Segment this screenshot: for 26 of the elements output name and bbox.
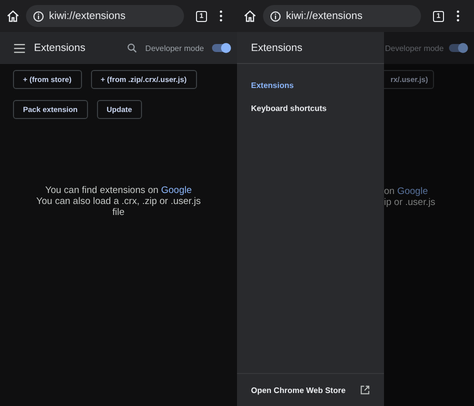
info-icon (270, 10, 281, 22)
google-link[interactable]: Google (161, 185, 192, 196)
drawer-item[interactable]: Keyboard shortcuts (237, 97, 384, 120)
url-text: kiwi://extensions (286, 10, 362, 22)
url-text: kiwi://extensions (49, 10, 126, 22)
developer-mode-label: Developer mode (145, 44, 204, 52)
menu-icon[interactable] (456, 10, 460, 22)
home-icon[interactable] (243, 9, 257, 23)
message-text: You can also load a .crx, .zip or .user.js file (35, 196, 202, 218)
developer-mode-toggle[interactable] (212, 44, 230, 52)
drawer-item[interactable]: Extensions (237, 74, 384, 97)
web-store-link[interactable]: Open Chrome Web Store (251, 386, 346, 394)
search-icon[interactable] (127, 43, 138, 53)
page-title: Extensions (34, 42, 86, 54)
google-link[interactable]: Google (397, 186, 428, 197)
external-link-icon[interactable] (360, 385, 370, 395)
info-icon (33, 10, 44, 22)
message-text: on Google (384, 186, 428, 197)
developer-mode-label: Developer mode (385, 44, 444, 52)
message-text: You can find extensions on Google (45, 185, 192, 196)
menu-icon[interactable] (219, 10, 223, 22)
menu-icon[interactable] (14, 44, 25, 52)
home-icon[interactable] (6, 9, 20, 23)
message-text: ip or .user.js (384, 197, 436, 208)
address-bar[interactable]: kiwi://extensions (26, 5, 184, 27)
address-bar[interactable]: kiwi://extensions (263, 5, 421, 27)
